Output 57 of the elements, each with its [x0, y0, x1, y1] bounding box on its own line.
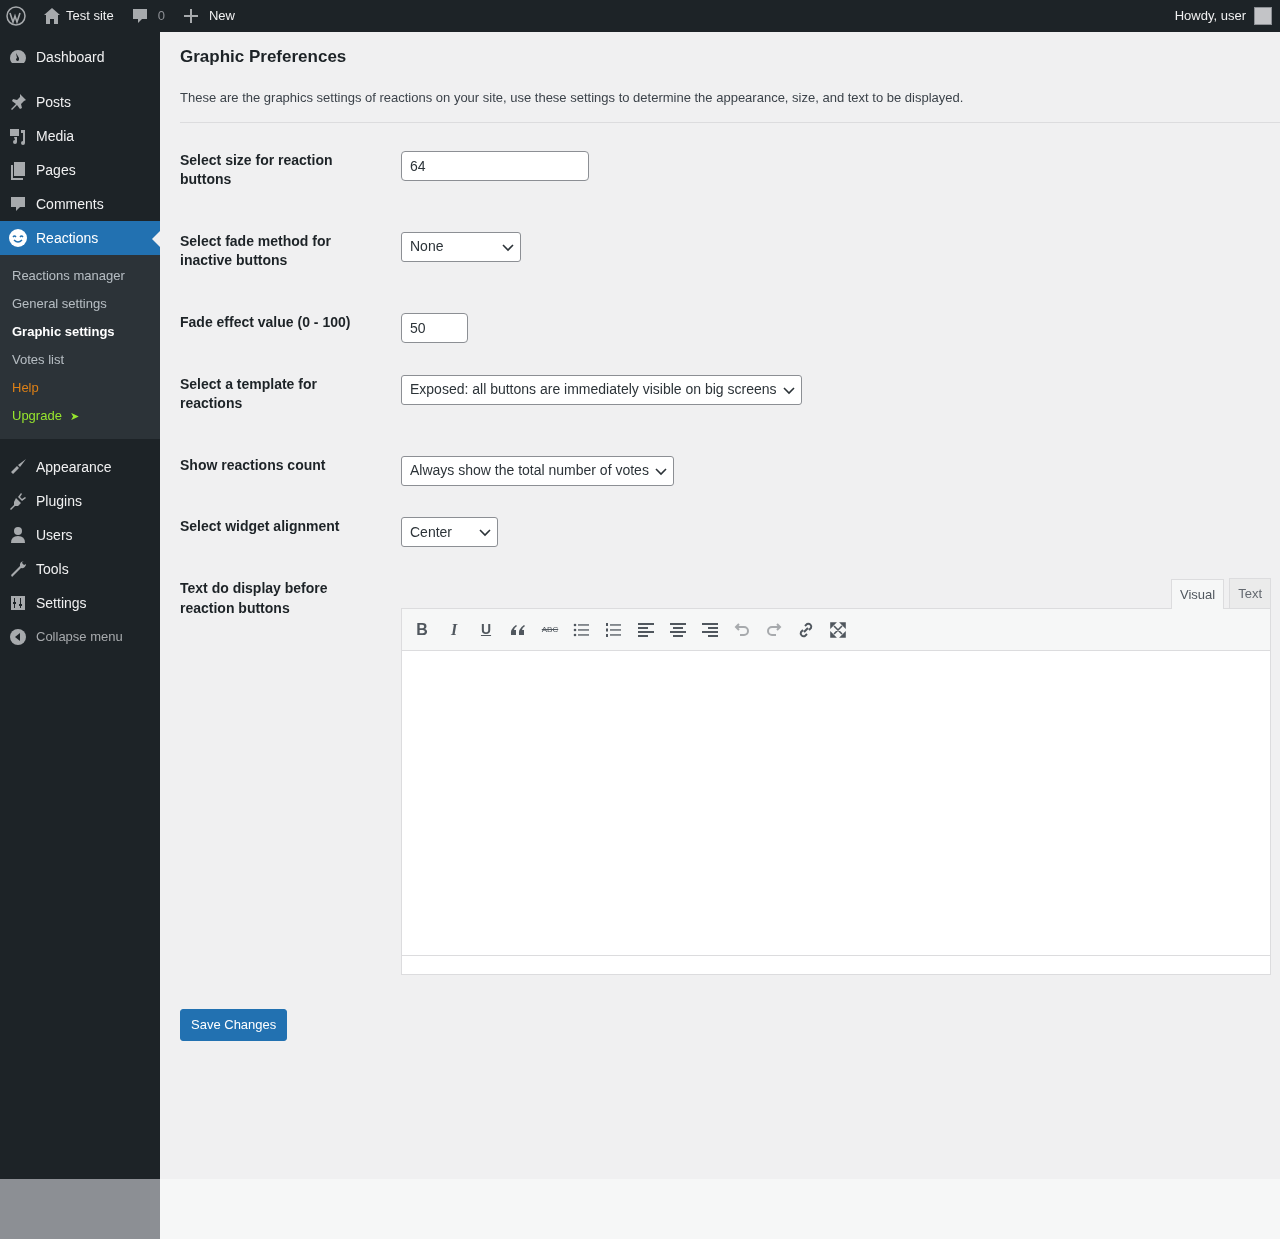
strikethrough-button[interactable]: ABC	[534, 614, 566, 645]
dropdown[interactable]: None	[401, 231, 521, 262]
submenu-item[interactable]: Help	[0, 374, 160, 402]
dropdown[interactable]: Center	[401, 517, 498, 548]
smiley-icon	[8, 228, 28, 248]
menu-item[interactable]: Appearance	[0, 450, 160, 484]
wrench-icon	[8, 559, 28, 579]
dropdown[interactable]: Always show the total number of votes	[401, 455, 674, 486]
save-changes-button[interactable]: Save Changes	[180, 1009, 288, 1041]
editor-tab[interactable]: Visual	[1170, 578, 1225, 610]
menu-item[interactable]: Comments	[0, 187, 160, 221]
menu-item[interactable]: Plugins	[0, 484, 160, 518]
submenu-item[interactable]: Graphic settings	[0, 318, 160, 346]
menu-item[interactable]: Pages	[0, 153, 160, 187]
menu-item[interactable]: Users	[0, 518, 160, 552]
submenu-item[interactable]: General settings	[0, 290, 160, 318]
comment-icon	[8, 194, 28, 214]
submenu-item[interactable]: Votes list	[0, 346, 160, 374]
bold-button[interactable]: B	[406, 614, 438, 645]
menu-item[interactable]: Settings	[0, 586, 160, 620]
submenu-item[interactable]: Upgrade ➤	[0, 402, 160, 430]
menu-item[interactable]: Reactions	[0, 221, 160, 255]
greeting-link[interactable]: Howdy, user	[1174, 6, 1246, 26]
menu-item[interactable]: Tools	[0, 552, 160, 586]
home-icon	[42, 6, 62, 26]
field-label: Show reactions count	[180, 455, 327, 475]
underline-button[interactable]: U	[470, 614, 502, 645]
collapse-menu-button[interactable]: Collapse menu	[0, 620, 160, 654]
media-icon	[8, 126, 28, 146]
site-name-link[interactable]: Test site	[66, 6, 114, 26]
dropdown[interactable]: Exposed: all buttons are immediately visible on big screens	[401, 374, 802, 405]
caret-icon	[479, 526, 491, 539]
plug-icon	[8, 491, 28, 511]
field-label: Select size for reaction buttons	[180, 150, 334, 190]
italic-button[interactable]: I	[438, 614, 470, 645]
logo-icon[interactable]	[6, 6, 26, 26]
text-field[interactable]: 64	[401, 150, 589, 181]
menu-item[interactable]: Dashboard	[0, 40, 160, 74]
field-label: Select widget alignment	[180, 517, 341, 537]
text-field[interactable]: 50	[401, 312, 468, 343]
field-label: Select fade method for inactive buttons	[180, 231, 332, 271]
menu-item[interactable]: Media	[0, 119, 160, 153]
page-title: Graphic Preferences	[180, 46, 348, 68]
page-description: These are the graphics settings of reactions on your site, use these settings to determine the appearance, size, and text to be displayed.	[180, 89, 965, 108]
submenu-item[interactable]: Reactions manager	[0, 262, 160, 290]
person-icon	[8, 525, 28, 545]
fullscreen-icon	[828, 619, 848, 640]
new-link[interactable]: New	[208, 6, 235, 26]
field-label: Fade effect value (0 - 100)	[180, 312, 352, 332]
menu-item[interactable]: Posts	[0, 85, 160, 119]
field-label: Text do display before reaction buttons	[180, 578, 329, 618]
editor-tab[interactable]: Text	[1229, 577, 1271, 609]
field-label: Select a template for reactions	[180, 374, 318, 414]
comment-count[interactable]: 0	[157, 6, 165, 26]
collapse-icon	[8, 627, 28, 647]
pages-icon	[8, 160, 28, 180]
sliders-icon	[8, 593, 28, 613]
